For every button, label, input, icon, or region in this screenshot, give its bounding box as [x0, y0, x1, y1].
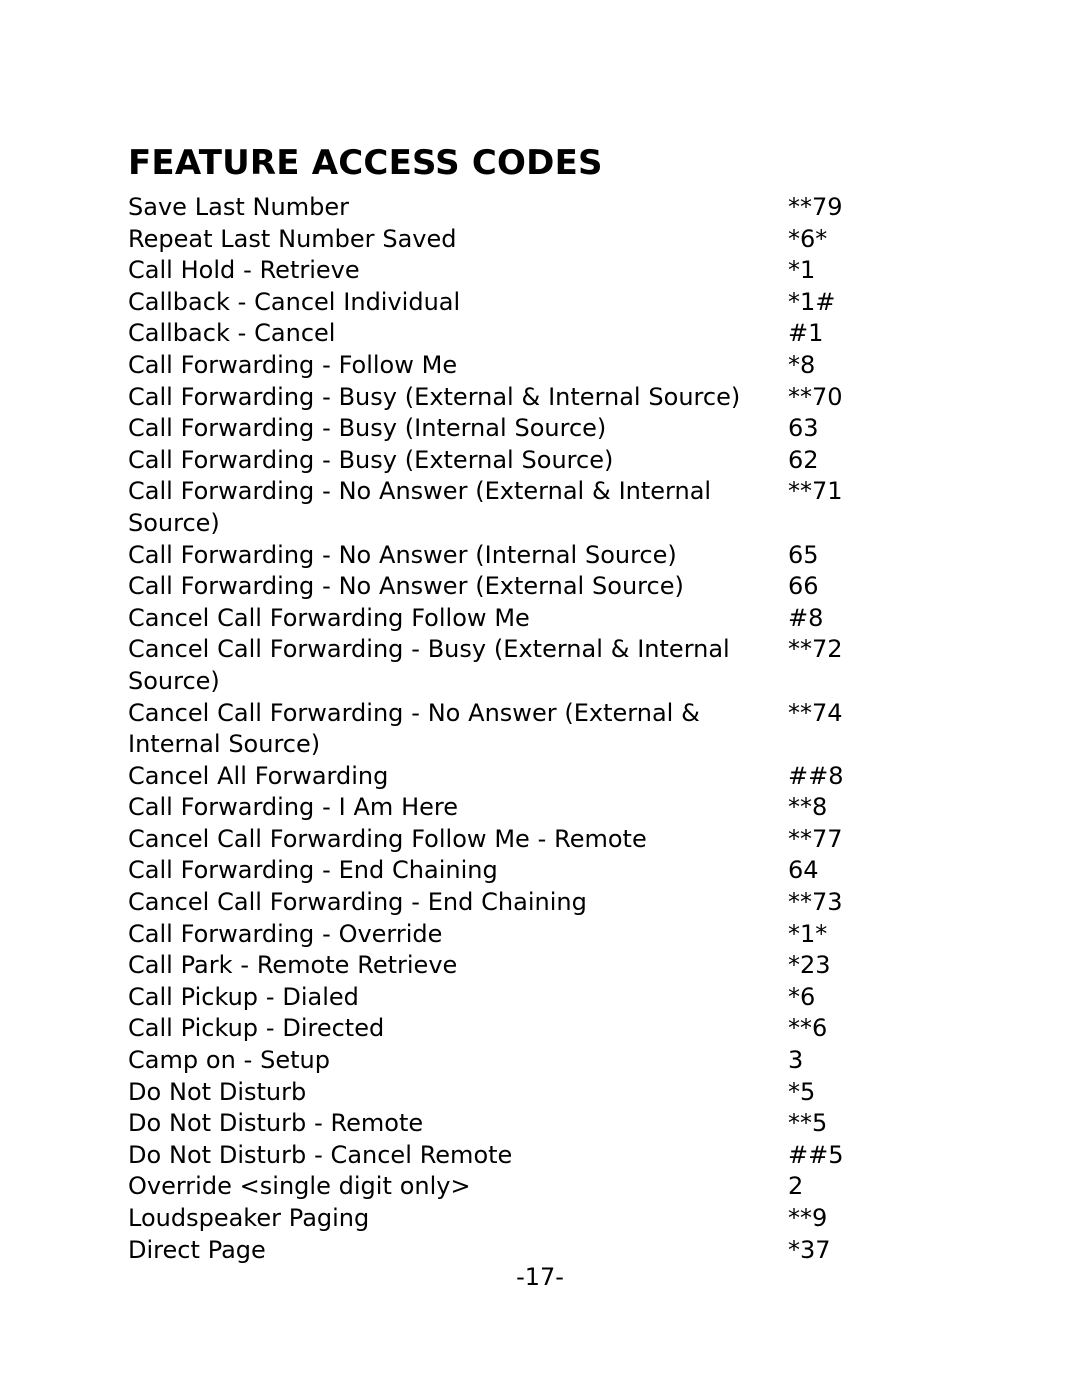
feature-code-row: Call Forwarding - End Chaining 64 — [128, 855, 948, 887]
feature-name: Call Forwarding - No Answer (External & … — [128, 477, 712, 537]
feature-name: Cancel Call Forwarding - No Answer (Exte… — [128, 698, 700, 759]
feature-code-row: Call Forwarding - No Answer (External & … — [128, 476, 948, 539]
feature-name: Cancel All Forwarding — [128, 761, 389, 790]
feature-code-row: Cancel Call Forwarding - Busy (External … — [128, 634, 948, 697]
feature-name: Call Forwarding - Override — [128, 919, 443, 948]
feature-code: ##8 — [788, 761, 844, 790]
feature-code-row: Do Not Disturb - Cancel Remote ##5 — [128, 1140, 948, 1172]
feature-code: **9 — [788, 1204, 828, 1232]
feature-name: Cancel Call Forwarding Follow Me — [128, 603, 530, 632]
feature-name: Call Forwarding - No Answer (External So… — [128, 572, 684, 601]
feature-code: ##5 — [788, 1140, 844, 1169]
feature-code-row: Cancel Call Forwarding Follow Me - Remot… — [128, 824, 948, 856]
feature-code: *8 — [788, 350, 816, 379]
feature-name: Call Park - Remote Retrieve — [128, 951, 458, 980]
feature-name: Call Forwarding - Busy (External & Inter… — [128, 382, 741, 411]
feature-name: Cancel Call Forwarding - Busy (External … — [128, 635, 730, 695]
feature-code: **6 — [788, 1014, 828, 1043]
feature-code: *6* — [788, 224, 828, 253]
feature-code: 3 — [788, 1046, 804, 1075]
feature-code-row: Cancel Call Forwarding Follow Me #8 — [128, 603, 948, 635]
feature-code: 65 — [788, 540, 819, 569]
feature-code-row: Repeat Last Number Saved *6* — [128, 224, 948, 256]
feature-code-row: Call Pickup - Directed **6 — [128, 1013, 948, 1045]
feature-name: Call Pickup - Directed — [128, 1014, 385, 1043]
feature-code-row: Call Forwarding - Follow Me *8 — [128, 350, 948, 382]
feature-code: *23 — [788, 951, 831, 980]
feature-code: *6 — [788, 982, 816, 1011]
feature-code-row: Cancel Call Forwarding - No Answer (Exte… — [128, 698, 948, 761]
feature-code: *5 — [788, 1077, 816, 1106]
feature-code: 2 — [788, 1172, 804, 1201]
feature-name: Override <single digit only> — [128, 1172, 471, 1201]
feature-name: Call Forwarding - End Chaining — [128, 856, 498, 885]
page-title: FEATURE ACCESS CODES — [128, 142, 603, 183]
feature-code-row: Camp on - Setup 3 — [128, 1045, 948, 1077]
feature-code-row: Call Forwarding - Override *1* — [128, 919, 948, 951]
feature-name: Call Forwarding - Busy (Internal Source) — [128, 414, 607, 443]
feature-name: Call Hold - Retrieve — [128, 256, 360, 285]
feature-name: Loudspeaker Paging — [128, 1204, 370, 1232]
feature-name: Repeat Last Number Saved — [128, 224, 457, 253]
feature-code-row: Call Park - Remote Retrieve *23 — [128, 950, 948, 982]
feature-code: *1 — [788, 256, 816, 285]
feature-code-row: Do Not Disturb *5 — [128, 1077, 948, 1109]
page-number: -17- — [516, 1263, 564, 1291]
feature-code: **77 — [788, 824, 843, 853]
feature-name: Callback - Cancel Individual — [128, 287, 461, 316]
feature-code-row: Call Forwarding - No Answer (Internal So… — [128, 540, 948, 572]
feature-name: Call Pickup - Dialed — [128, 982, 359, 1011]
feature-code: 62 — [788, 445, 819, 474]
feature-code: 63 — [788, 414, 819, 443]
feature-code: *1* — [788, 919, 828, 948]
feature-code-row: Cancel All Forwarding ##8 — [128, 761, 948, 793]
feature-name: Call Forwarding - Busy (External Source) — [128, 445, 614, 474]
feature-code-row: Do Not Disturb - Remote **5 — [128, 1108, 948, 1140]
feature-code-row: Loudspeaker Paging **9 — [128, 1203, 948, 1235]
feature-code-row: Call Hold - Retrieve *1 — [128, 255, 948, 287]
feature-code: **73 — [788, 888, 843, 917]
feature-name: Do Not Disturb - Cancel Remote — [128, 1140, 513, 1169]
feature-code-row: Call Pickup - Dialed *6 — [128, 982, 948, 1014]
feature-name: Call Forwarding - Follow Me — [128, 350, 458, 379]
feature-code-row: Call Forwarding - Busy (Internal Source)… — [128, 413, 948, 445]
feature-name: Callback - Cancel — [128, 319, 336, 348]
feature-name: Do Not Disturb — [128, 1077, 307, 1106]
feature-code-row: Call Forwarding - Busy (External Source)… — [128, 445, 948, 477]
feature-code: **5 — [788, 1109, 828, 1138]
feature-code: 64 — [788, 856, 819, 885]
feature-code: *1# — [788, 287, 836, 316]
feature-code-row: Save Last Number **79 — [128, 192, 948, 224]
feature-code-row: Call Forwarding - No Answer (External So… — [128, 571, 948, 603]
feature-code: #1 — [788, 319, 824, 348]
feature-name: Do Not Disturb - Remote — [128, 1109, 424, 1138]
feature-name: Save Last Number — [128, 193, 349, 221]
feature-code: **70 — [788, 382, 843, 411]
feature-code: **8 — [788, 793, 828, 822]
feature-name: Cancel Call Forwarding - End Chaining — [128, 888, 587, 917]
feature-name: Cancel Call Forwarding Follow Me - Remot… — [128, 824, 647, 853]
feature-code: **79 — [788, 193, 843, 221]
document-page: FEATURE ACCESS CODES Save Last Number **7… — [0, 0, 1080, 1397]
feature-code: **72 — [788, 635, 843, 664]
feature-name: Call Forwarding - I Am Here — [128, 793, 459, 822]
feature-code: 66 — [788, 572, 819, 601]
feature-code: **71 — [788, 477, 843, 506]
feature-name: Camp on - Setup — [128, 1046, 330, 1075]
feature-access-codes-list: Save Last Number **79 Repeat Last Number S… — [128, 192, 948, 1266]
feature-code-row: Cancel Call Forwarding - End Chaining **7… — [128, 887, 948, 919]
feature-code: **74 — [788, 698, 843, 727]
feature-name: Call Forwarding - No Answer (Internal So… — [128, 540, 677, 569]
feature-code-row: Callback - Cancel Individual *1# — [128, 287, 948, 319]
feature-code-row: Callback - Cancel #1 — [128, 318, 948, 350]
feature-code-row: Call Forwarding - Busy (External & Inter… — [128, 382, 948, 414]
feature-code-row: Override <single digit only> 2 — [128, 1171, 948, 1203]
feature-code: #8 — [788, 603, 824, 632]
feature-code-row: Call Forwarding - I Am Here **8 — [128, 792, 948, 824]
page-footer: -17- — [0, 1262, 1080, 1292]
